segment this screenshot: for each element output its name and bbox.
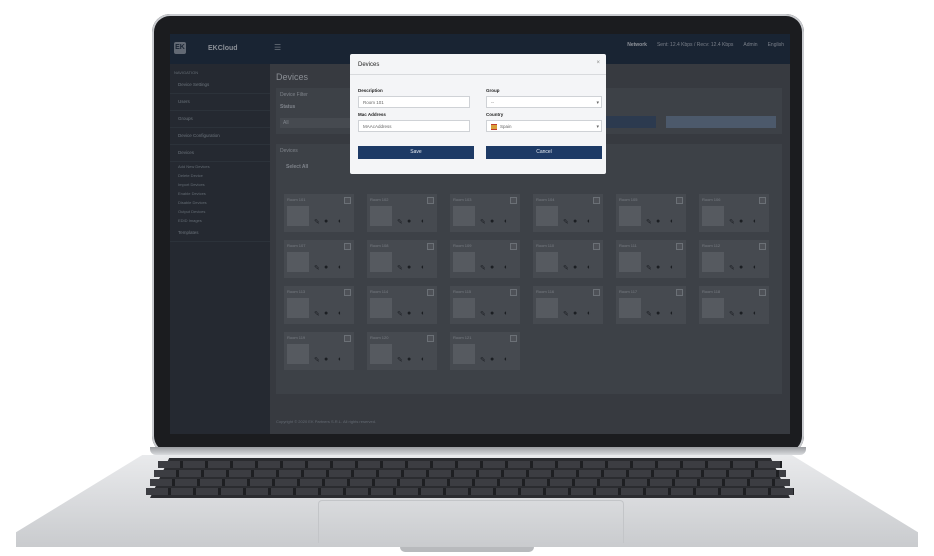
keyboard-row xyxy=(154,470,786,477)
keyboard-row xyxy=(146,488,794,495)
group-label: Group xyxy=(486,88,500,93)
laptop-hinge xyxy=(150,447,806,455)
trackpad xyxy=(318,500,624,543)
chevron-down-icon: ▾ xyxy=(596,100,599,106)
modal-title: Devices xyxy=(358,62,380,68)
mac-address-label: Mac Address xyxy=(358,112,386,117)
description-label: Description xyxy=(358,88,383,93)
description-field[interactable]: Room 101 xyxy=(358,96,470,108)
laptop-lip xyxy=(400,547,534,552)
modal-divider xyxy=(350,74,606,75)
close-icon[interactable]: × xyxy=(596,60,600,66)
country-value: Spain xyxy=(500,124,512,129)
group-select[interactable]: -- ▾ xyxy=(486,96,602,108)
save-button[interactable]: Save xyxy=(358,146,474,159)
cancel-button[interactable]: Cancel xyxy=(486,146,602,159)
devices-modal: Devices × Description Room 101 Group -- ▾… xyxy=(350,54,606,174)
keyboard-row xyxy=(158,461,782,468)
country-select[interactable]: Spain ▾ xyxy=(486,120,602,132)
spain-flag-icon xyxy=(491,123,497,130)
group-value: -- xyxy=(491,100,494,105)
chevron-down-icon: ▾ xyxy=(596,124,599,130)
country-label: Country xyxy=(486,112,504,117)
mac-address-field[interactable]: MAAcAddress xyxy=(358,120,470,132)
keyboard-row xyxy=(150,479,790,486)
laptop-screen: EK EKCloud ☰ Network Sent: 12.4 Kbps / R… xyxy=(170,34,790,434)
